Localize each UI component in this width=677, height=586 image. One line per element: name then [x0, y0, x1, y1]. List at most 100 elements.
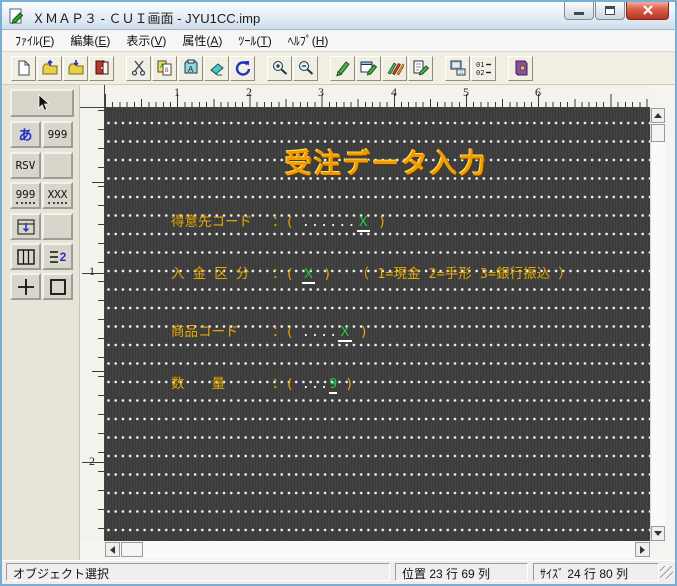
field-row-product-code[interactable]: 商品コード：( ....Ｘ ) — [171, 324, 368, 341]
help-book-icon — [512, 59, 530, 77]
repeat-lines-icon — [49, 250, 59, 264]
zoom-in-button[interactable] — [267, 56, 292, 81]
repeat-tool-button[interactable]: 2 — [42, 243, 73, 270]
reserved-field-tool-button[interactable]: RSV — [10, 152, 41, 179]
cut-button[interactable] — [126, 56, 151, 81]
pencil-icon — [334, 59, 352, 77]
numbered-list-icon: 0102 — [475, 59, 493, 77]
menu-edit[interactable]: 編集(E) — [62, 29, 118, 52]
svg-text:B: B — [165, 67, 169, 74]
open-folder-icon — [41, 59, 59, 77]
field-row-customer-code[interactable]: 得意先コード：( ......Ｘ ) — [171, 214, 386, 231]
column-tool-button[interactable] — [10, 243, 41, 270]
numeric-field-tool-button[interactable]: 999 — [42, 121, 73, 148]
menu-file[interactable]: ﾌｧｲﾙ(F) — [7, 29, 62, 52]
save-folder-icon — [67, 59, 85, 77]
zoom-out-icon — [297, 59, 315, 77]
vertical-scrollbar[interactable] — [650, 108, 665, 541]
maximize-button[interactable] — [595, 1, 625, 20]
copy-button[interactable]: BA — [152, 56, 177, 81]
crosshair-icon — [17, 278, 35, 296]
arrow-up-icon — [654, 109, 662, 118]
paste-clipboard-icon: A — [182, 59, 200, 77]
window-title: ＸＭＡＰ３ - ＣＵＩ画面 - JYU1CC.imp — [32, 8, 260, 27]
menu-attribute[interactable]: 属性(A) — [174, 29, 230, 52]
svg-text:A: A — [160, 63, 164, 70]
columns-icon — [17, 249, 35, 265]
maximize-icon — [605, 6, 615, 15]
field-row-quantity[interactable]: 数 量：( ...9 ) — [171, 376, 354, 393]
vertical-scroll-thumb[interactable] — [651, 124, 665, 142]
sequence-list-button[interactable]: 0102 — [471, 56, 496, 81]
zoom-out-button[interactable] — [293, 56, 318, 81]
minimize-button[interactable] — [564, 1, 594, 20]
edit-attributes-button[interactable] — [408, 56, 433, 81]
ruler-corner — [80, 85, 105, 108]
arrow-left-icon — [106, 546, 115, 554]
resize-grip[interactable] — [660, 566, 673, 579]
list-pencil-icon — [412, 59, 430, 77]
draw-field-button[interactable] — [330, 56, 355, 81]
vertical-ruler: 1 2 — [80, 108, 105, 541]
scroll-right-button[interactable] — [635, 542, 650, 557]
cursor-icon — [34, 94, 50, 112]
eraser-icon — [208, 59, 226, 77]
close-icon — [642, 5, 654, 15]
svg-text:01: 01 — [476, 61, 484, 69]
terminal-settings-button[interactable] — [445, 56, 470, 81]
numeric-output-tool-button[interactable]: 999 — [10, 182, 41, 209]
help-button[interactable] — [508, 56, 533, 81]
title-bar: ＸＭＡＰ３ - ＣＵＩ画面 - JYU1CC.imp — [2, 2, 675, 30]
undo-arrow-icon — [234, 59, 252, 77]
text-field-tool-button[interactable]: あ — [10, 121, 41, 148]
menu-tool[interactable]: ﾂｰﾙ(T) — [230, 29, 279, 52]
paste-button[interactable]: A — [178, 56, 203, 81]
scroll-up-button[interactable] — [651, 108, 665, 123]
screen-canvas[interactable]: 受注データ入力 得意先コード：( ......Ｘ ) 入 金 区 分：( Ｘ )… — [105, 108, 650, 541]
status-bar: オブジェクト選択 位置 23 行 69 列 ｻｲｽﾞ 24 行 80 列 — [2, 560, 675, 584]
horizontal-ruler: 1 2 3 4 5 6 — [105, 85, 650, 108]
toolbar: BA A — [2, 52, 675, 85]
main-area: あ 999 RSV 999 XXX 2 1 — [2, 85, 675, 560]
close-button[interactable] — [626, 1, 669, 20]
save-file-button[interactable] — [63, 56, 88, 81]
scroll-down-button[interactable] — [651, 526, 665, 541]
pointer-tool-button[interactable] — [10, 89, 74, 117]
new-file-icon — [15, 59, 33, 77]
copy-icon: BA — [156, 59, 174, 77]
table-arrow-icon — [17, 219, 35, 235]
new-file-button[interactable] — [11, 56, 36, 81]
palette-blank-button-2[interactable] — [42, 213, 73, 240]
horizontal-scroll-thumb[interactable] — [121, 542, 143, 557]
undo-button[interactable] — [230, 56, 255, 81]
scissors-icon — [130, 59, 148, 77]
status-mode: オブジェクト選択 — [6, 563, 390, 581]
menu-view[interactable]: 表示(V) — [118, 29, 174, 52]
xmap3-window: ＸＭＡＰ３ - ＣＵＩ画面 - JYU1CC.imp ﾌｧｲﾙ(F) 編集(E)… — [0, 0, 677, 586]
menu-help[interactable]: ﾍﾙﾌﾟ(H) — [280, 29, 337, 52]
svg-text:02: 02 — [476, 69, 484, 77]
horizontal-scrollbar[interactable] — [105, 542, 650, 558]
exit-door-icon — [93, 59, 111, 77]
draw-multi-button[interactable] — [382, 56, 407, 81]
scroll-left-button[interactable] — [105, 542, 120, 557]
zoom-in-icon — [271, 59, 289, 77]
erase-button[interactable] — [204, 56, 229, 81]
exit-button[interactable] — [89, 56, 114, 81]
arrow-down-icon — [654, 531, 662, 540]
table-tool-button[interactable] — [10, 213, 41, 240]
open-file-button[interactable] — [37, 56, 62, 81]
screen-title-object[interactable]: 受注データ入力 — [285, 142, 488, 181]
app-icon — [9, 8, 25, 24]
window-pencil-icon — [360, 59, 378, 77]
box-tool-button[interactable] — [42, 273, 73, 300]
rectangle-icon — [49, 278, 67, 296]
text-output-tool-button[interactable]: XXX — [42, 182, 73, 209]
cross-line-tool-button[interactable] — [10, 273, 41, 300]
tool-palette: あ 999 RSV 999 XXX 2 — [2, 85, 80, 560]
arrow-right-icon — [640, 546, 649, 554]
edit-screen-button[interactable] — [356, 56, 381, 81]
terminal-icon — [449, 59, 467, 77]
field-row-payment-type[interactable]: 入 金 区 分：( Ｘ )（ 1=現金 2=手形 3=銀行振込 ） — [171, 266, 572, 283]
palette-blank-button-1[interactable] — [42, 152, 73, 179]
